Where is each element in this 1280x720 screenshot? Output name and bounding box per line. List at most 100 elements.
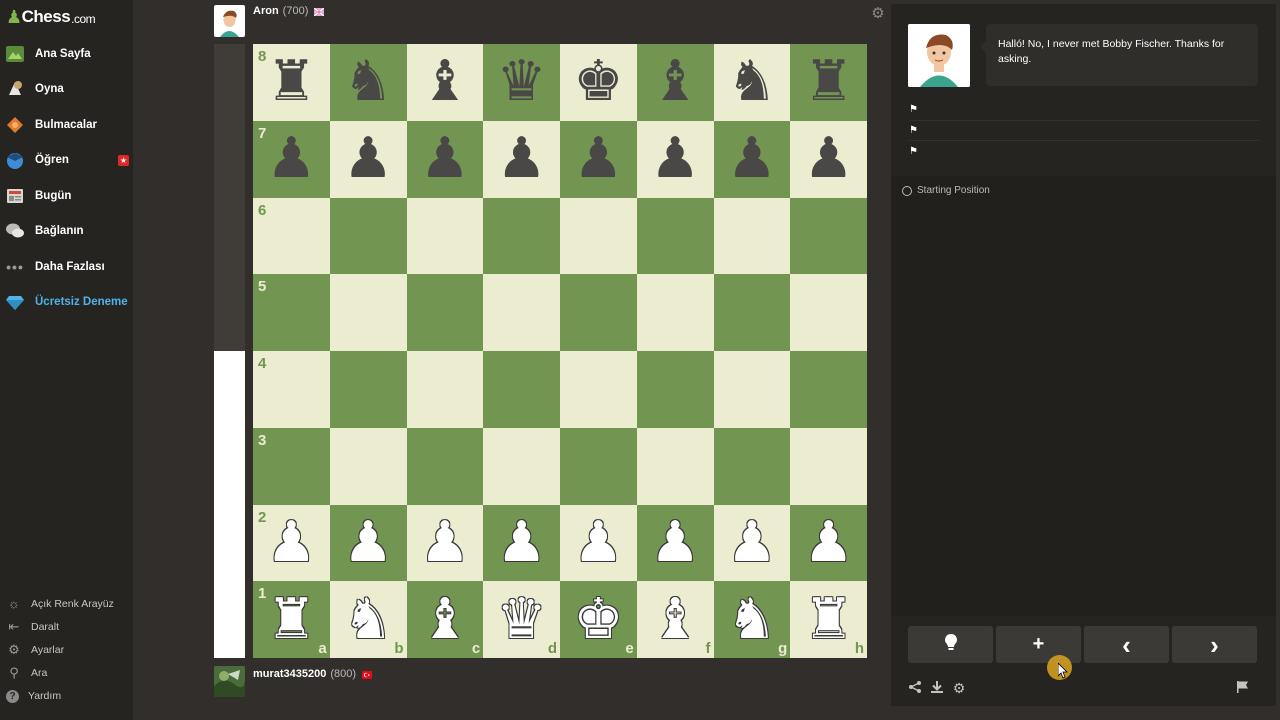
square-e7[interactable]: ♟ — [560, 120, 637, 198]
square-e2[interactable]: ♟ — [560, 504, 637, 582]
resign-flag-icon[interactable] — [1236, 680, 1250, 697]
sidebar-item-light-theme[interactable]: ☼ Açık Renk Arayüz — [0, 592, 133, 615]
square-a7[interactable]: 7 ♟ — [253, 120, 330, 198]
black-rook-piece[interactable]: ♜ — [804, 54, 854, 110]
sidebar-item-search[interactable]: ⚲ Ara — [0, 662, 133, 685]
square-b7[interactable]: ♟ — [329, 120, 407, 198]
white-knight-piece[interactable]: ♞ — [343, 591, 393, 648]
white-rook-piece[interactable]: ♜ — [266, 591, 316, 648]
black-pawn-piece[interactable]: ♟ — [343, 131, 393, 187]
square-e8[interactable]: ♚ — [560, 44, 637, 121]
square-h7[interactable]: ♟ — [790, 120, 867, 198]
previous-move-button[interactable]: ‹ — [1084, 626, 1169, 663]
black-pawn-piece[interactable]: ♟ — [497, 131, 547, 187]
square-b1[interactable]: b ♞ — [329, 581, 407, 658]
sidebar-item-free-trial[interactable]: Ücretsiz Deneme — [0, 285, 133, 321]
square-h3[interactable] — [790, 427, 867, 505]
square-g2[interactable]: ♟ — [713, 504, 791, 582]
new-game-button[interactable]: + — [996, 626, 1081, 663]
square-f5[interactable] — [636, 274, 714, 351]
square-c2[interactable]: ♟ — [406, 504, 484, 582]
square-f1[interactable]: f ♝ — [636, 581, 714, 658]
next-move-button[interactable]: › — [1172, 626, 1257, 663]
square-c3[interactable] — [406, 427, 484, 505]
square-h2[interactable]: ♟ — [790, 504, 867, 582]
black-knight-piece[interactable]: ♞ — [727, 54, 777, 110]
square-a3[interactable]: 3 — [253, 427, 330, 505]
square-c4[interactable] — [406, 351, 484, 428]
square-c7[interactable]: ♟ — [406, 120, 484, 198]
white-pawn-piece[interactable]: ♟ — [497, 514, 547, 571]
square-d5[interactable] — [483, 274, 560, 351]
sidebar-item-puzzles[interactable]: Bulmacalar — [0, 107, 133, 143]
square-g8[interactable]: ♞ — [713, 44, 791, 121]
square-a1[interactable]: 1 a ♜ — [253, 581, 330, 658]
square-g5[interactable] — [713, 274, 791, 351]
square-g4[interactable] — [713, 351, 791, 428]
sidebar-item-collapse[interactable]: ⇤ Daralt — [0, 615, 133, 638]
sidebar-item-more[interactable]: ••• Daha Fazlası — [0, 249, 133, 285]
square-c6[interactable] — [406, 197, 484, 275]
white-rook-piece[interactable]: ♜ — [804, 591, 854, 648]
black-bishop-piece[interactable]: ♝ — [650, 54, 700, 110]
white-pawn-piece[interactable]: ♟ — [573, 514, 623, 571]
chess-com-logo[interactable]: ♟ Chess .com — [6, 6, 96, 28]
square-c5[interactable] — [406, 274, 484, 351]
square-a4[interactable]: 4 — [253, 351, 330, 428]
black-pawn-piece[interactable]: ♟ — [650, 131, 700, 187]
white-knight-piece[interactable]: ♞ — [727, 591, 777, 648]
sidebar-item-help[interactable]: ? Yardım — [0, 685, 133, 708]
square-d8[interactable]: ♛ — [483, 44, 560, 121]
black-pawn-piece[interactable]: ♟ — [804, 131, 854, 187]
square-f3[interactable] — [636, 427, 714, 505]
black-pawn-piece[interactable]: ♟ — [727, 131, 777, 187]
white-pawn-piece[interactable]: ♟ — [727, 514, 777, 571]
white-pawn-piece[interactable]: ♟ — [343, 514, 393, 571]
share-icon[interactable] — [907, 680, 923, 697]
square-e4[interactable] — [560, 351, 637, 428]
square-a6[interactable]: 6 — [253, 197, 330, 275]
starting-position-label[interactable]: Starting Position — [902, 185, 990, 196]
square-e3[interactable] — [560, 427, 637, 505]
square-f6[interactable] — [636, 197, 714, 275]
square-h4[interactable] — [790, 351, 867, 428]
sidebar-item-learn[interactable]: Öğren ★ — [0, 143, 133, 179]
square-f2[interactable]: ♟ — [636, 504, 714, 582]
hint-button[interactable] — [908, 626, 993, 663]
sidebar-item-settings[interactable]: ⚙ Ayarlar — [0, 638, 133, 661]
square-e1[interactable]: e ♚ — [560, 581, 637, 658]
square-a5[interactable]: 5 — [253, 274, 330, 351]
black-pawn-piece[interactable]: ♟ — [266, 131, 316, 187]
square-e5[interactable] — [560, 274, 637, 351]
square-b5[interactable] — [329, 274, 407, 351]
square-d2[interactable]: ♟ — [483, 504, 560, 582]
white-pawn-piece[interactable]: ♟ — [420, 514, 470, 571]
square-b6[interactable] — [329, 197, 407, 275]
settings-gear-icon[interactable]: ⚙ — [951, 680, 967, 697]
square-h8[interactable]: ♜ — [790, 44, 867, 121]
square-f4[interactable] — [636, 351, 714, 428]
square-h1[interactable]: h ♜ — [790, 581, 867, 658]
square-g3[interactable] — [713, 427, 791, 505]
square-b8[interactable]: ♞ — [329, 44, 407, 121]
square-g1[interactable]: g ♞ — [713, 581, 791, 658]
top-player-name[interactable]: Aron — [253, 5, 279, 17]
white-pawn-piece[interactable]: ♟ — [804, 514, 854, 571]
white-pawn-piece[interactable]: ♟ — [266, 514, 316, 571]
square-b2[interactable]: ♟ — [329, 504, 407, 582]
square-f7[interactable]: ♟ — [636, 120, 714, 198]
download-icon[interactable] — [929, 680, 945, 697]
white-pawn-piece[interactable]: ♟ — [650, 514, 700, 571]
square-f8[interactable]: ♝ — [636, 44, 714, 121]
square-d3[interactable] — [483, 427, 560, 505]
square-b3[interactable] — [329, 427, 407, 505]
square-a2[interactable]: 2 ♟ — [253, 504, 330, 582]
white-queen-piece[interactable]: ♛ — [497, 591, 547, 648]
board-settings-gear-icon[interactable]: ⚙ — [870, 6, 886, 22]
sidebar-item-social[interactable]: Bağlanın — [0, 214, 133, 250]
coach-avatar-small[interactable] — [214, 5, 245, 37]
square-g6[interactable] — [713, 197, 791, 275]
square-g7[interactable]: ♟ — [713, 120, 791, 198]
sidebar-item-play[interactable]: Oyna — [0, 72, 133, 108]
black-pawn-piece[interactable]: ♟ — [573, 131, 623, 187]
